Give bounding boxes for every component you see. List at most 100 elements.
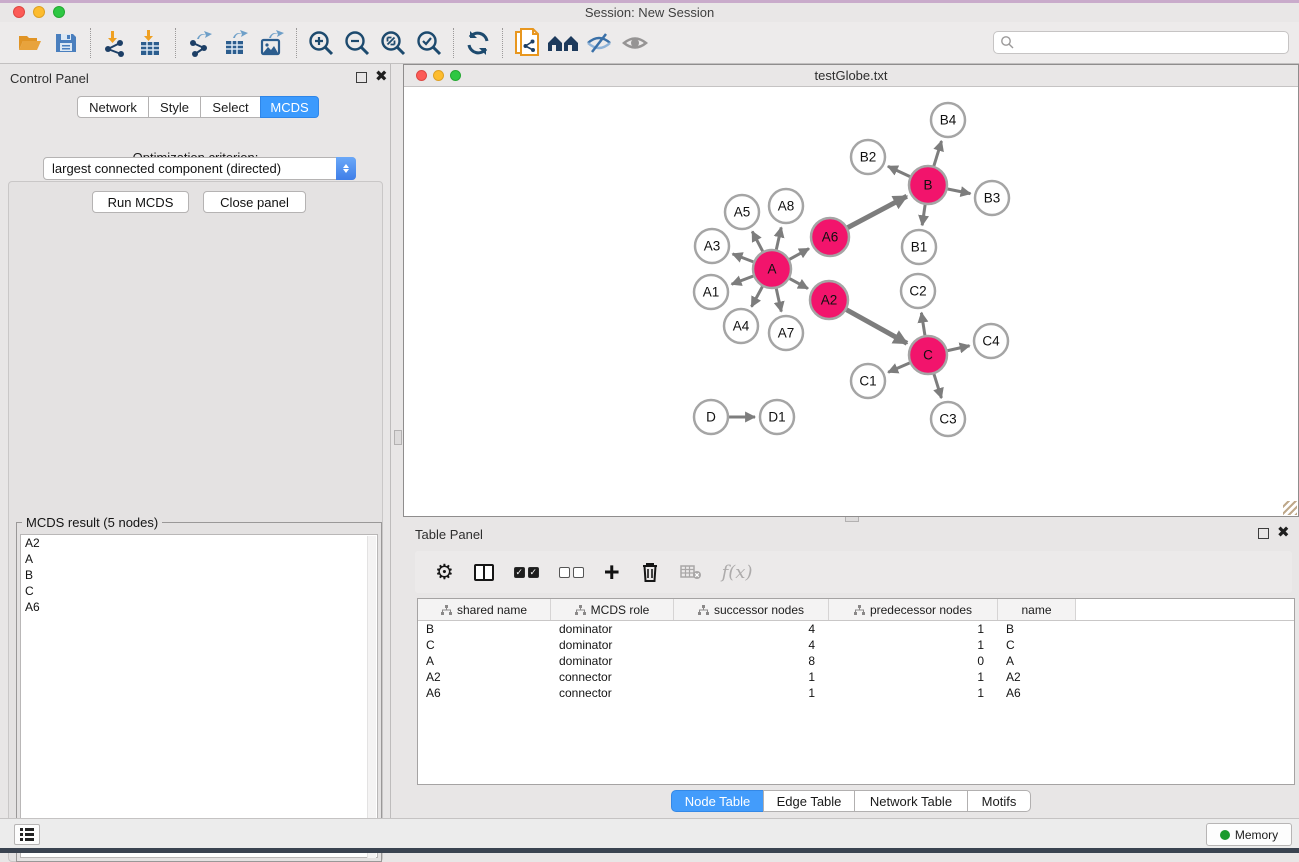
import-network-icon[interactable] — [97, 26, 133, 60]
table-row[interactable]: A6 connector 1 1 A6 — [418, 685, 1294, 701]
tab-network[interactable]: Network — [77, 96, 149, 118]
save-session-icon[interactable] — [48, 26, 84, 60]
delete-table-icon[interactable] — [680, 564, 702, 580]
memory-label: Memory — [1235, 828, 1278, 842]
tab-edge-table[interactable]: Edge Table — [763, 790, 855, 812]
minimize-window-button[interactable] — [33, 6, 45, 18]
network-window-titlebar: testGlobe.txt — [404, 65, 1298, 87]
column-header-predecessor-nodes[interactable]: predecessor nodes — [829, 599, 998, 620]
graph-node-label: A5 — [734, 205, 751, 220]
tab-style[interactable]: Style — [148, 96, 201, 118]
table-options-icon[interactable]: ⚙ — [435, 562, 454, 582]
column-header-mcds-role[interactable]: MCDS role — [551, 599, 674, 620]
table-row[interactable]: B dominator 4 1 B — [418, 621, 1294, 637]
window-resize-grip[interactable] — [1283, 501, 1297, 515]
zoom-selected-icon[interactable] — [411, 26, 447, 60]
list-item[interactable]: A6 — [21, 599, 377, 615]
mcds-result-list[interactable]: A2 A B C A6 — [20, 534, 378, 858]
list-item[interactable]: C — [21, 583, 377, 599]
tab-node-table[interactable]: Node Table — [671, 790, 764, 812]
network-window-title: testGlobe.txt — [404, 68, 1298, 83]
table-panel-title: Table Panel — [415, 527, 483, 542]
zoom-in-icon[interactable] — [303, 26, 339, 60]
network-view-window: testGlobe.txt A5A8A3A1A4A7AA6A2B2B4BB3B1… — [403, 64, 1299, 517]
table-toolbar: ⚙ ✓✓ + f(x) — [415, 551, 1292, 593]
table-row[interactable]: A dominator 8 0 A — [418, 653, 1294, 669]
vertical-splitter-handle[interactable] — [394, 430, 402, 445]
task-history-button[interactable] — [14, 824, 40, 845]
table-row[interactable]: A2 connector 1 1 A2 — [418, 669, 1294, 685]
criterion-value: largest connected component (directed) — [44, 161, 336, 176]
close-window-button[interactable] — [13, 6, 25, 18]
network-canvas[interactable]: A5A8A3A1A4A7AA6A2B2B4BB3B1C2C4CC1C3DD1 — [405, 87, 1298, 516]
criterion-dropdown[interactable]: largest connected component (directed) — [43, 157, 356, 180]
desktop-wallpaper-strip — [0, 848, 1299, 853]
toolbar-separator — [502, 28, 503, 58]
shared-column-icon — [854, 605, 865, 615]
graph-node-label: C3 — [939, 412, 956, 427]
table-panel: Table Panel ✖ ⚙ ✓✓ + f(x) shared name MC… — [403, 523, 1299, 818]
tab-network-table[interactable]: Network Table — [854, 790, 968, 812]
zoom-window-button[interactable] — [53, 6, 65, 18]
export-image-icon[interactable] — [254, 26, 290, 60]
node-table[interactable]: shared name MCDS role successor nodes pr… — [417, 598, 1295, 785]
column-visibility-icon[interactable] — [474, 564, 494, 581]
tab-mcds[interactable]: MCDS — [260, 96, 319, 118]
select-all-rows-icon[interactable]: ✓✓ — [514, 567, 539, 578]
table-header-row: shared name MCDS role successor nodes pr… — [418, 599, 1294, 621]
graph-node-label: C1 — [859, 374, 876, 389]
show-graphics-details-icon[interactable] — [617, 26, 653, 60]
list-item[interactable]: A2 — [21, 535, 377, 551]
close-panel-button[interactable]: Close panel — [203, 191, 306, 213]
tab-motifs[interactable]: Motifs — [967, 790, 1031, 812]
zoom-out-icon[interactable] — [339, 26, 375, 60]
shared-column-icon — [698, 605, 709, 615]
close-table-panel-icon[interactable]: ✖ — [1277, 527, 1290, 538]
column-header-name[interactable]: name — [998, 599, 1076, 620]
graph-node-label: A6 — [822, 230, 839, 245]
export-table-icon[interactable] — [218, 26, 254, 60]
memory-button[interactable]: Memory — [1206, 823, 1292, 846]
table-row[interactable]: C dominator 4 1 C — [418, 637, 1294, 653]
control-panel: Control Panel ✖ Network Style Select MCD… — [0, 64, 391, 818]
graph-node-label: D1 — [768, 410, 785, 425]
list-scrollbar[interactable] — [367, 536, 376, 858]
zoom-fit-icon[interactable] — [375, 26, 411, 60]
float-panel-icon[interactable] — [356, 72, 367, 83]
window-title: Session: New Session — [0, 3, 1299, 22]
run-mcds-button[interactable]: Run MCDS — [92, 191, 189, 213]
close-panel-icon[interactable]: ✖ — [375, 71, 388, 82]
import-table-icon[interactable] — [133, 26, 169, 60]
float-table-panel-icon[interactable] — [1258, 528, 1269, 539]
search-input[interactable] — [1015, 34, 1288, 52]
toolbar-separator — [90, 28, 91, 58]
header-filler — [1076, 599, 1294, 620]
deselect-all-rows-icon[interactable] — [559, 567, 584, 578]
graph-node-label: A1 — [703, 285, 720, 300]
table-selector-tabs: Node Table Edge Table Network Table Moti… — [671, 790, 1031, 812]
list-item[interactable]: A — [21, 551, 377, 567]
function-builder-icon[interactable]: f(x) — [722, 562, 753, 583]
search-field[interactable] — [993, 31, 1289, 54]
delete-columns-icon[interactable] — [640, 561, 660, 583]
refresh-icon[interactable] — [460, 26, 496, 60]
toolbar-separator — [453, 28, 454, 58]
column-header-shared-name[interactable]: shared name — [418, 599, 551, 620]
graph-node-label: C — [923, 348, 933, 363]
tab-select[interactable]: Select — [200, 96, 261, 118]
graph-node-label: B — [923, 178, 932, 193]
add-column-icon[interactable]: + — [604, 561, 620, 583]
new-network-from-file-icon[interactable] — [509, 26, 545, 60]
column-header-successor-nodes[interactable]: successor nodes — [674, 599, 829, 620]
control-panel-tabs: Network Style Select MCDS — [77, 96, 319, 118]
export-network-icon[interactable] — [182, 26, 218, 60]
toolbar-separator — [296, 28, 297, 58]
graph-node-label: A3 — [704, 239, 721, 254]
hide-graphics-details-icon[interactable] — [581, 26, 617, 60]
graph-node-label: B1 — [911, 240, 928, 255]
list-item[interactable]: B — [21, 567, 377, 583]
window-titlebar: Session: New Session — [0, 3, 1299, 22]
open-file-icon[interactable] — [12, 26, 48, 60]
show-all-networks-icon[interactable] — [545, 26, 581, 60]
dropdown-stepper-icon — [336, 157, 356, 180]
